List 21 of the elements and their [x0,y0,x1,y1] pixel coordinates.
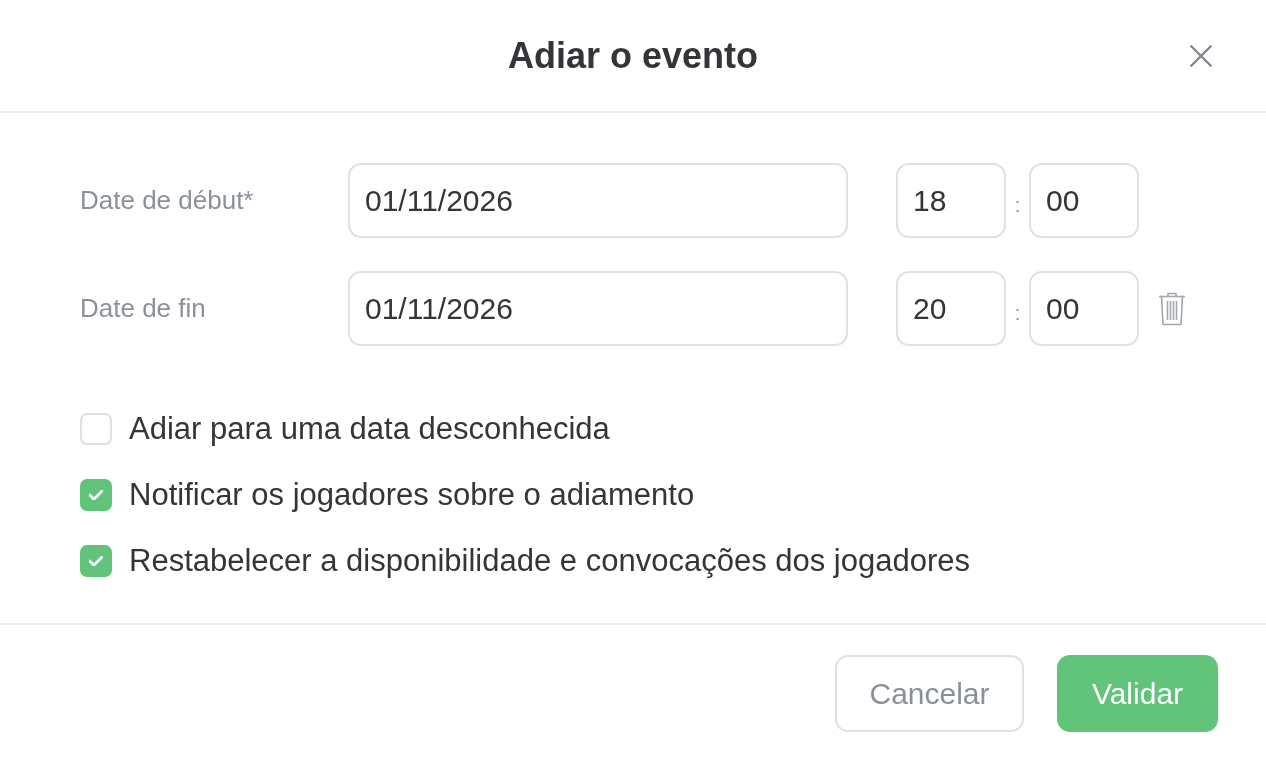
checkmark-icon [89,490,103,500]
date-field[interactable]: 01/11/2026 [348,163,848,238]
option-label: Notificar os jogadores sobre o adiamento [129,475,695,514]
checkbox[interactable] [80,545,112,577]
checkbox[interactable] [80,479,112,511]
field-label: Date de fin [80,292,207,325]
option-label: Adiar para uma data desconhecida [129,409,610,448]
close-icon[interactable] [1188,42,1214,69]
checkbox[interactable] [80,413,112,445]
date-field[interactable]: 01/11/2026 [348,271,848,346]
trash-icon[interactable] [1158,291,1186,326]
option-label: Restabelecer a disponibilidade e convocações dos jogadores [129,541,970,580]
checkmark-icon [89,556,103,566]
field-label: Date de début* [80,184,255,217]
hour-field[interactable]: 18 [896,163,1006,238]
time-separator: : [1013,192,1022,218]
hour-field[interactable]: 20 [896,271,1006,346]
time-separator: : [1013,300,1022,326]
minute-field[interactable]: 00 [1029,271,1139,346]
minute-field[interactable]: 00 [1029,163,1139,238]
dialog-title: Adiar o evento [507,37,759,74]
